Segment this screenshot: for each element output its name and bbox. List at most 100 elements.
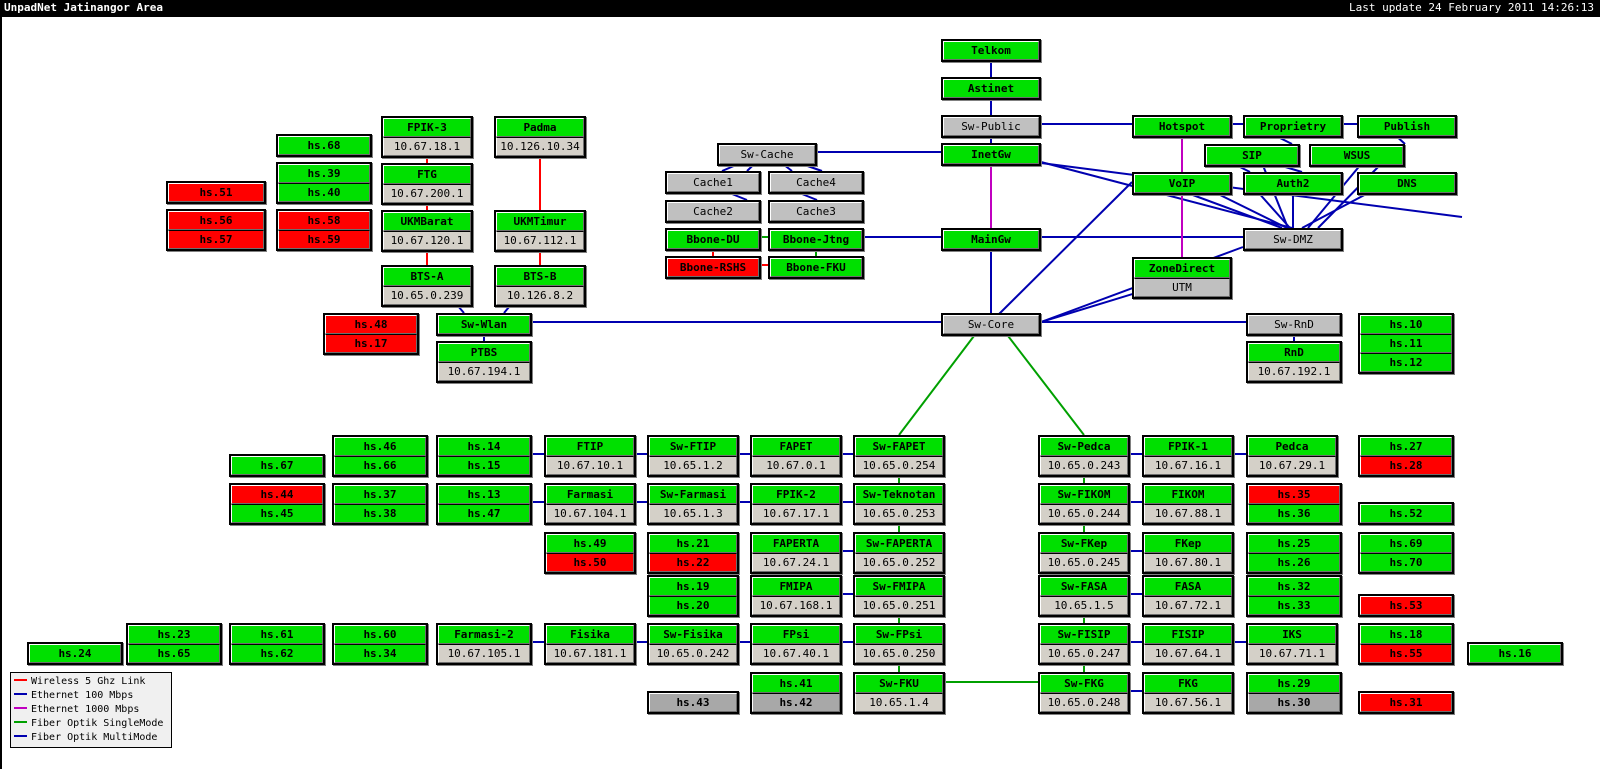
node-hs29-30[interactable]: hs.29 hs.30 [1246,672,1342,714]
node-hs23-65[interactable]: hs.23 hs.65 [126,623,222,665]
node-bts-b[interactable]: BTS-B 10.126.8.2 [494,265,586,307]
node-sw-faperta[interactable]: Sw-FAPERTA 10.65.0.252 [853,532,945,574]
node-sw-fkep[interactable]: Sw-FKep 10.65.0.245 [1038,532,1130,574]
node-astinet[interactable]: Astinet [941,77,1041,100]
node-fpik2[interactable]: FPIK-2 10.67.17.1 [750,483,842,525]
node-dns[interactable]: DNS [1357,172,1457,195]
node-sw-fmipa[interactable]: Sw-FMIPA 10.65.0.251 [853,575,945,617]
node-hs19-20[interactable]: hs.19 hs.20 [647,575,739,617]
node-hs52[interactable]: hs.52 [1358,502,1454,525]
node-hs58-59[interactable]: hs.58 hs.59 [276,209,372,251]
node-hs46-66[interactable]: hs.46 hs.66 [332,435,428,477]
node-bbone-rshs[interactable]: Bbone-RSHS [665,256,761,279]
node-bbone-fku[interactable]: Bbone-FKU [768,256,864,279]
node-hs18-55[interactable]: hs.18 hs.55 [1358,623,1454,665]
node-sw-fasa[interactable]: Sw-FASA 10.65.1.5 [1038,575,1130,617]
node-maingw[interactable]: MainGw [941,228,1041,251]
node-bts-a[interactable]: BTS-A 10.65.0.239 [381,265,473,307]
node-fpsi[interactable]: FPsi 10.67.40.1 [750,623,842,665]
node-sw-fku[interactable]: Sw-FKU 10.65.1.4 [853,672,945,714]
node-ftip[interactable]: FTIP 10.67.10.1 [544,435,636,477]
node-hotspot[interactable]: Hotspot [1132,115,1232,138]
node-ptbs[interactable]: PTBS 10.67.194.1 [436,341,532,383]
node-proprietry[interactable]: Proprietry [1243,115,1343,138]
node-fkep[interactable]: FKep 10.67.80.1 [1142,532,1234,574]
node-hs49-50[interactable]: hs.49 hs.50 [544,532,636,574]
node-hs27-28[interactable]: hs.27 hs.28 [1358,435,1454,477]
node-fkg[interactable]: FKG 10.67.56.1 [1142,672,1234,714]
node-sw-pedca[interactable]: Sw-Pedca 10.65.0.243 [1038,435,1130,477]
node-hs39-40[interactable]: hs.39 hs.40 [276,162,372,204]
node-hs31[interactable]: hs.31 [1358,691,1454,714]
node-farmasi[interactable]: Farmasi 10.67.104.1 [544,483,636,525]
node-sw-wlan[interactable]: Sw-Wlan [436,313,532,336]
node-hs14-15[interactable]: hs.14 hs.15 [436,435,532,477]
node-hs60-34[interactable]: hs.60 hs.34 [332,623,428,665]
node-cache3[interactable]: Cache3 [768,200,864,223]
node-sw-teknotan[interactable]: Sw-Teknotan 10.65.0.253 [853,483,945,525]
node-hs69-70[interactable]: hs.69 hs.70 [1358,532,1454,574]
node-sw-rnd[interactable]: Sw-RnD [1246,313,1342,336]
node-fikom[interactable]: FIKOM 10.67.88.1 [1142,483,1234,525]
node-sw-fkg[interactable]: Sw-FKG 10.65.0.248 [1038,672,1130,714]
node-zonedirect[interactable]: ZoneDirect UTM [1132,257,1232,299]
node-sw-fikom[interactable]: Sw-FIKOM 10.65.0.244 [1038,483,1130,525]
node-fisip[interactable]: FISIP 10.67.64.1 [1142,623,1234,665]
node-hs68[interactable]: hs.68 [276,134,372,157]
node-sw-public[interactable]: Sw-Public [941,115,1041,138]
node-fpik1[interactable]: FPIK-1 10.67.16.1 [1142,435,1234,477]
node-voip[interactable]: VoIP [1132,172,1232,195]
node-farmasi2[interactable]: Farmasi-2 10.67.105.1 [436,623,532,665]
node-sw-cache[interactable]: Sw-Cache [717,143,817,166]
node-pedca[interactable]: Pedca 10.67.29.1 [1246,435,1338,477]
node-sip[interactable]: SIP [1204,144,1300,167]
node-hs16[interactable]: hs.16 [1467,642,1563,665]
node-cache2[interactable]: Cache2 [665,200,761,223]
node-hs53[interactable]: hs.53 [1358,594,1454,617]
node-fmipa[interactable]: FMIPA 10.67.168.1 [750,575,842,617]
node-telkom[interactable]: Telkom [941,39,1041,62]
node-sw-core[interactable]: Sw-Core [941,313,1041,336]
node-sw-fpsi[interactable]: Sw-FPsi 10.65.0.250 [853,623,945,665]
node-rnd[interactable]: RnD 10.67.192.1 [1246,341,1342,383]
node-hs37-38[interactable]: hs.37 hs.38 [332,483,428,525]
node-ftg[interactable]: FTG 10.67.200.1 [381,163,473,205]
node-iks[interactable]: IKS 10.67.71.1 [1246,623,1338,665]
node-sw-dmz[interactable]: Sw-DMZ [1243,228,1343,251]
node-sw-ftip[interactable]: Sw-FTIP 10.65.1.2 [647,435,739,477]
node-publish[interactable]: Publish [1357,115,1457,138]
node-hs43[interactable]: hs.43 [647,691,739,714]
node-ukmbarat[interactable]: UKMBarat 10.67.120.1 [381,210,473,252]
node-bbone-jtng[interactable]: Bbone-Jtng [768,228,864,251]
node-auth2[interactable]: Auth2 [1243,172,1343,195]
node-cache4[interactable]: Cache4 [768,171,864,194]
node-hs56-57[interactable]: hs.56 hs.57 [166,209,266,251]
node-wsus[interactable]: WSUS [1309,144,1405,167]
node-hs48-17[interactable]: hs.48 hs.17 [323,313,419,355]
node-sw-farmasi[interactable]: Sw-Farmasi 10.65.1.3 [647,483,739,525]
node-padma[interactable]: Padma 10.126.10.34 [494,116,586,158]
node-hs35-36[interactable]: hs.35 hs.36 [1246,483,1342,525]
node-sw-fisika[interactable]: Sw-Fisika 10.65.0.242 [647,623,739,665]
node-hs41-42[interactable]: hs.41 hs.42 [750,672,842,714]
node-hs10-12[interactable]: hs.10 hs.11 hs.12 [1358,313,1454,374]
node-fasa[interactable]: FASA 10.67.72.1 [1142,575,1234,617]
node-inetgw[interactable]: InetGw [941,143,1041,166]
node-fapet[interactable]: FAPET 10.67.0.1 [750,435,842,477]
node-hs13-47[interactable]: hs.13 hs.47 [436,483,532,525]
node-hs25-26[interactable]: hs.25 hs.26 [1246,532,1342,574]
node-hs24[interactable]: hs.24 [27,642,123,665]
node-hs21-22[interactable]: hs.21 hs.22 [647,532,739,574]
node-faperta[interactable]: FAPERTA 10.67.24.1 [750,532,842,574]
node-bbone-du[interactable]: Bbone-DU [665,228,761,251]
node-ukmtimur[interactable]: UKMTimur 10.67.112.1 [494,210,586,252]
node-sw-fapet[interactable]: Sw-FAPET 10.65.0.254 [853,435,945,477]
node-fpik3[interactable]: FPIK-3 10.67.18.1 [381,116,473,158]
node-hs61-62[interactable]: hs.61 hs.62 [229,623,325,665]
node-hs67[interactable]: hs.67 [229,454,325,477]
node-hs32-33[interactable]: hs.32 hs.33 [1246,575,1342,617]
node-hs44-45[interactable]: hs.44 hs.45 [229,483,325,525]
node-hs51[interactable]: hs.51 [166,181,266,204]
node-cache1[interactable]: Cache1 [665,171,761,194]
node-sw-fisip[interactable]: Sw-FISIP 10.65.0.247 [1038,623,1130,665]
